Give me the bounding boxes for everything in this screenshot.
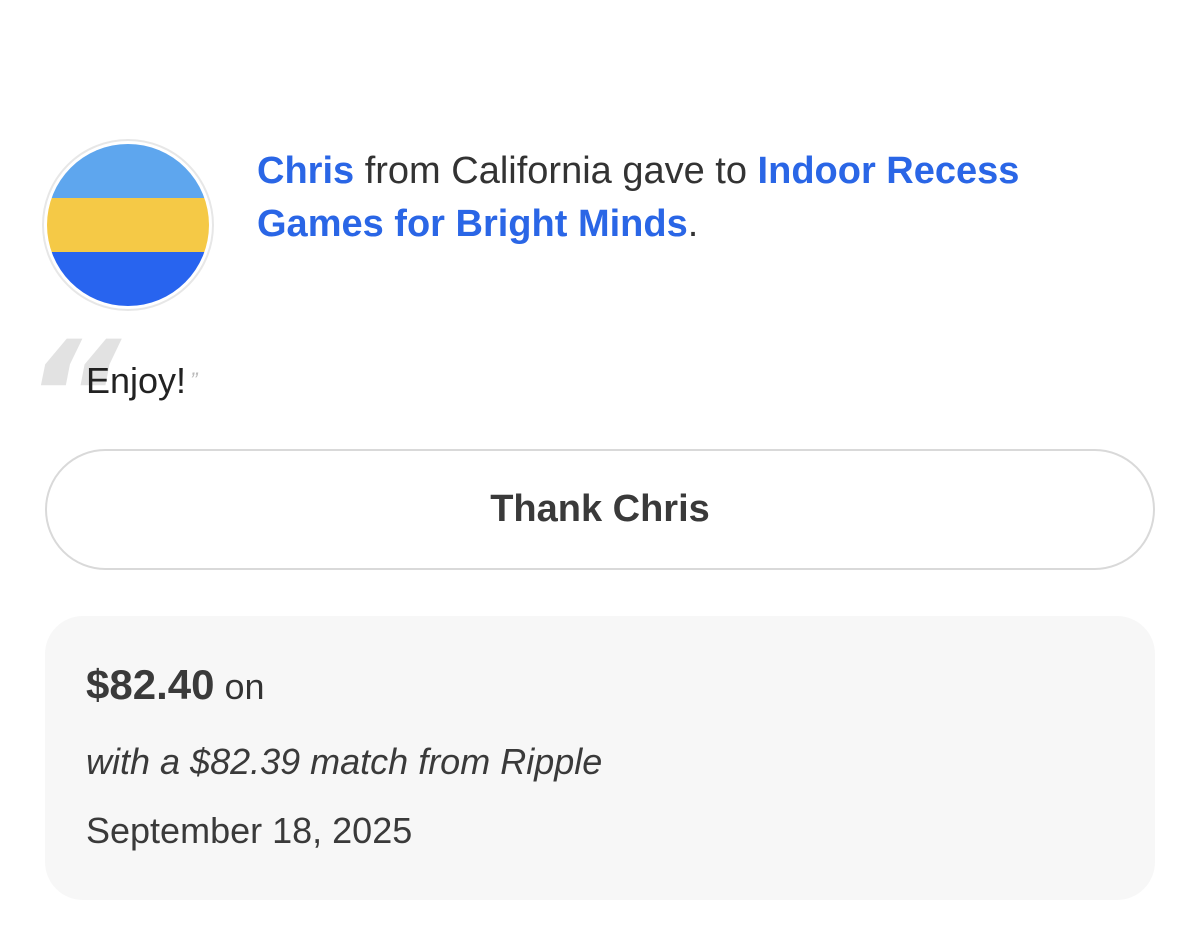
donor-message-text: Enjoy! (86, 360, 187, 401)
donation-amount: $82.40 (86, 661, 215, 708)
donation-amount-suffix: on (214, 666, 265, 707)
donation-date: September 18, 2025 (86, 810, 413, 851)
avatar-band-middle (47, 198, 209, 252)
donor-location-text: from California gave to (354, 150, 758, 192)
avatar-band-top (47, 144, 209, 198)
donor-name-link[interactable]: Chris (257, 150, 354, 192)
avatar-band-bottom (47, 252, 209, 306)
donation-summary-card: $82.40 on with a $82.39 match from Rippl… (45, 616, 1155, 900)
donation-amount-line: $82.40 on (86, 662, 265, 710)
california-flag-avatar-icon (47, 144, 209, 306)
close-quote-icon: ” (190, 368, 198, 393)
donor-avatar[interactable] (42, 139, 214, 311)
match-text: with a $82.39 match from Ripple (86, 741, 603, 782)
thank-donor-button[interactable]: Thank Chris (45, 449, 1155, 570)
donor-message: Enjoy!” (86, 358, 197, 404)
headline-end-punctuation: . (687, 203, 699, 245)
donation-headline: Chris from California gave to Indoor Rec… (257, 145, 1137, 251)
